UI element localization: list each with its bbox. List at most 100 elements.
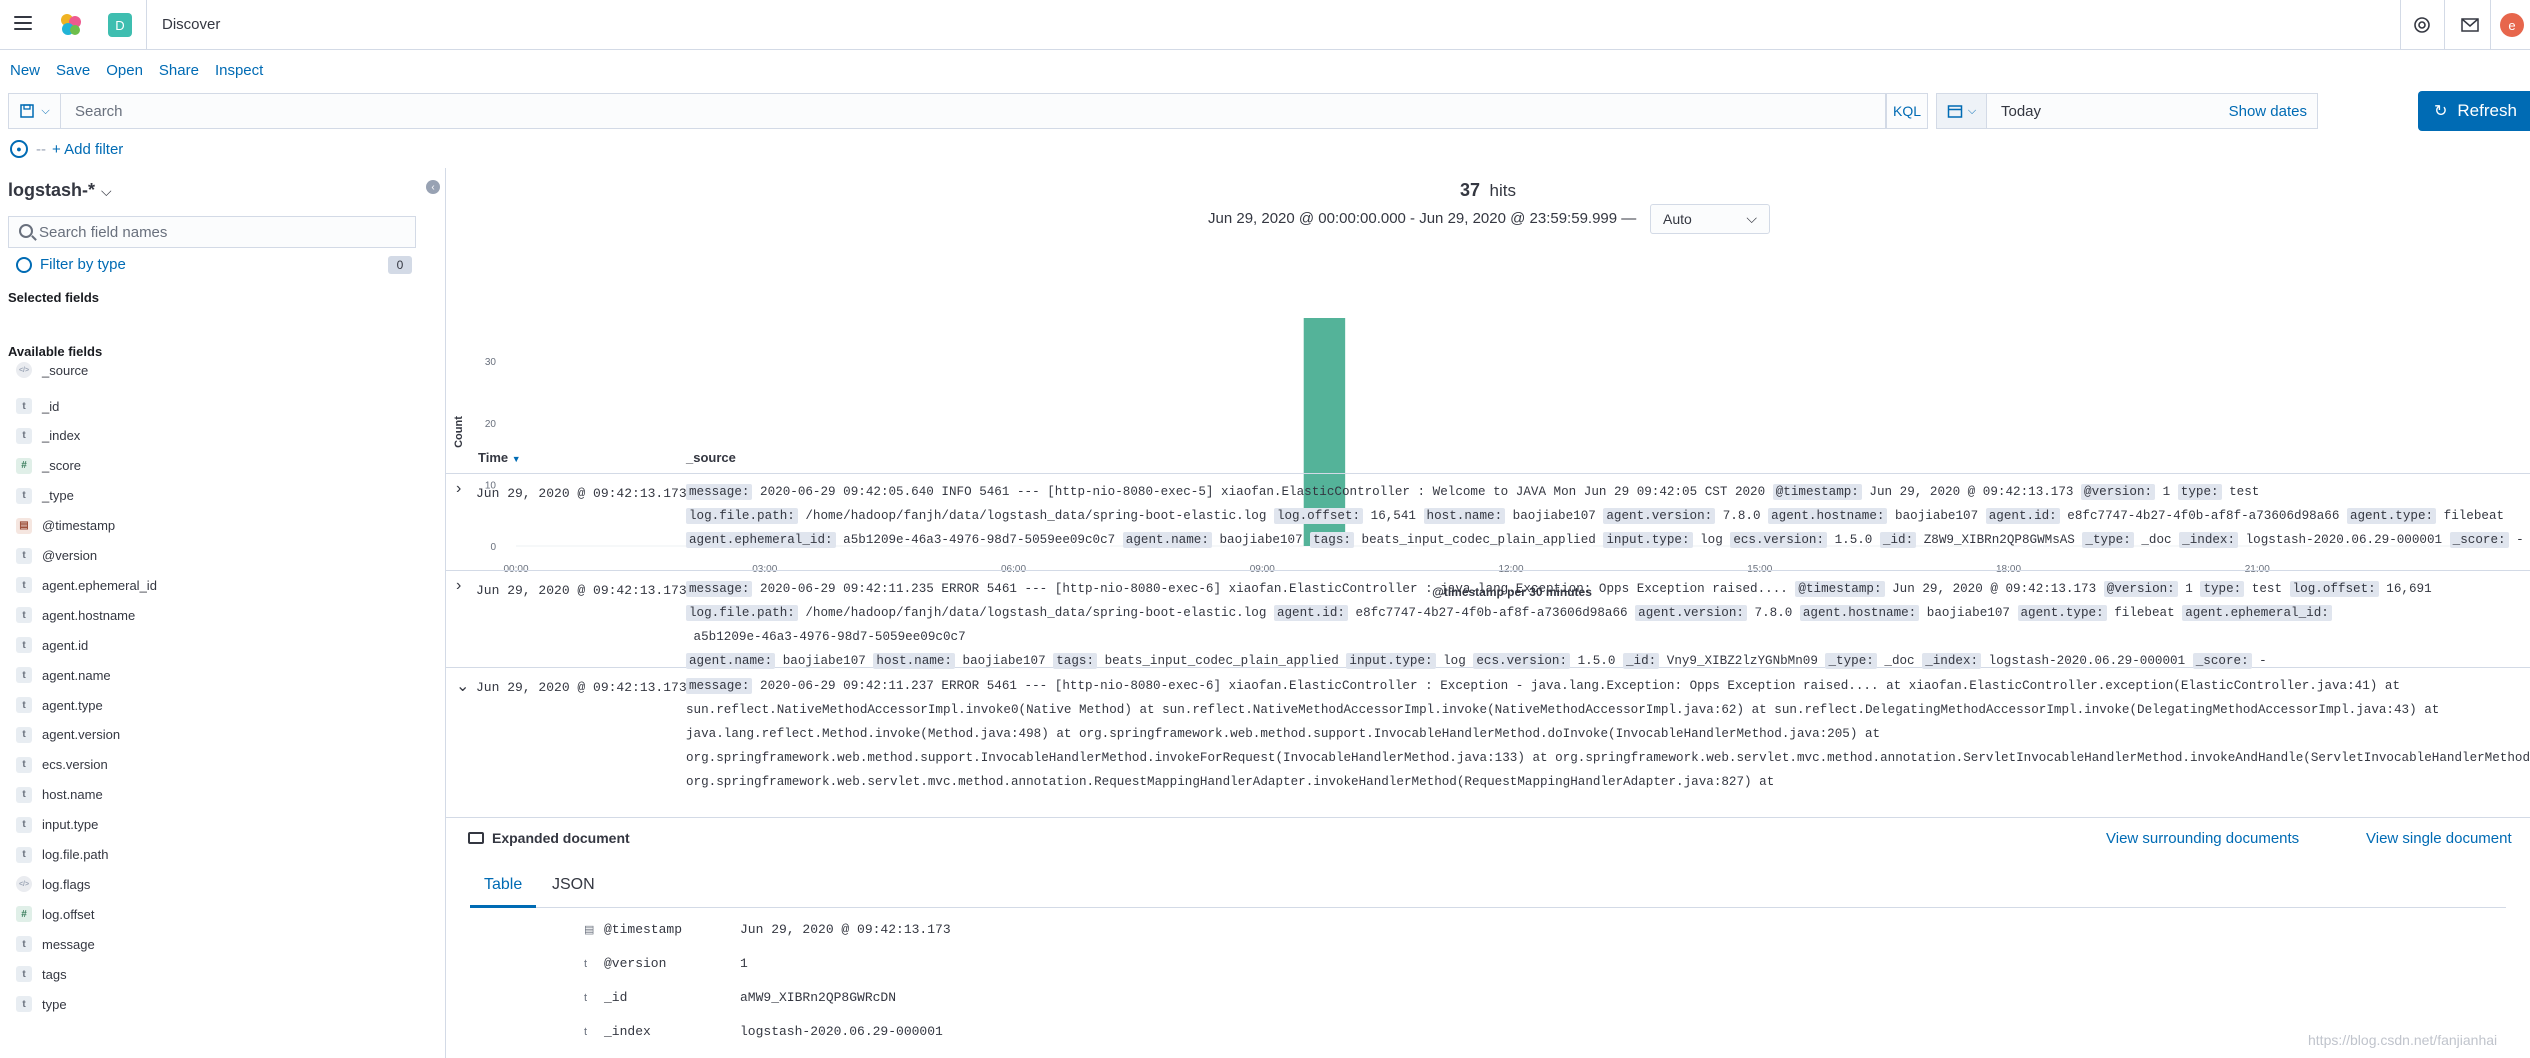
- index-pattern-selector[interactable]: logstash-* ⌵: [8, 180, 112, 201]
- available-field-item[interactable]: t ecs.version: [16, 755, 108, 775]
- source-key: agent.type:: [2017, 605, 2107, 621]
- available-field-item[interactable]: </> log.flags: [16, 874, 90, 894]
- source-line: org.springframework.web.method.support.I…: [686, 746, 2530, 770]
- hits-label: hits: [1489, 181, 1516, 200]
- filter-by-type-button[interactable]: Filter by type: [16, 256, 126, 273]
- available-field-item[interactable]: t agent.ephemeral_id: [16, 575, 157, 595]
- source-key: agent.ephemeral_id:: [2182, 605, 2332, 621]
- menu-icon[interactable]: [14, 16, 32, 32]
- available-field-item[interactable]: t message: [16, 934, 95, 954]
- string-type-icon: t: [16, 816, 32, 833]
- available-field-item[interactable]: t type: [16, 994, 67, 1014]
- filter-by-type-label: Filter by type: [40, 256, 126, 273]
- newsfeed-icon[interactable]: [2458, 13, 2482, 37]
- date-type-icon: ▤: [16, 517, 32, 534]
- available-field-item[interactable]: t log.file.path: [16, 845, 109, 865]
- available-field-item[interactable]: t input.type: [16, 815, 98, 835]
- available-field-item[interactable]: # log.offset: [16, 904, 95, 924]
- share-link[interactable]: Share: [159, 58, 199, 84]
- available-field-item[interactable]: ▤ @timestamp: [16, 516, 115, 536]
- source-key: log.file.path:: [686, 508, 798, 524]
- source-line: org.springframework.web.servlet.mvc.meth…: [686, 770, 2526, 794]
- add-filter-button[interactable]: + Add filter: [52, 141, 123, 158]
- available-field-item[interactable]: t agent.type: [16, 695, 103, 715]
- chevron-right-icon[interactable]: ›: [456, 480, 461, 498]
- source-value: a5b1209e-46a3-4976-98d7-5059ee09c0c7: [835, 533, 1123, 547]
- refresh-button[interactable]: ↻ Refresh: [2418, 91, 2530, 131]
- chevron-right-icon[interactable]: ›: [456, 577, 461, 595]
- quick-menu-button[interactable]: ⌵: [1937, 94, 1987, 128]
- source-key: @version:: [2081, 484, 2156, 500]
- available-field-item[interactable]: t _id: [16, 396, 59, 416]
- field-name: agent.name: [42, 667, 111, 683]
- string-type-icon: t: [16, 786, 32, 803]
- elastic-logo-icon[interactable]: [58, 12, 84, 38]
- search-input[interactable]: [60, 93, 1886, 129]
- tab-table[interactable]: Table: [470, 868, 537, 908]
- source-value: /home/hadoop/fanjh/data/logstash_data/sp…: [797, 509, 1274, 523]
- field-search-input[interactable]: [39, 217, 409, 247]
- available-field-item[interactable]: t agent.hostname: [16, 605, 135, 625]
- available-field-item[interactable]: t agent.id: [16, 635, 88, 655]
- available-field-item[interactable]: t agent.name: [16, 665, 111, 685]
- field-sidebar: ‹ logstash-* ⌵ Filter by type 0 Selected …: [0, 168, 446, 1058]
- show-dates-link[interactable]: Show dates: [2229, 103, 2307, 120]
- source-value: org.springframework.web.method.support.I…: [686, 751, 2530, 765]
- available-field-item[interactable]: t host.name: [16, 785, 103, 805]
- date-range-label[interactable]: Today: [2001, 103, 2041, 120]
- source-value: logstash-2020.06.29-000001: [1981, 654, 2193, 668]
- expanded-title-label: Expanded document: [492, 830, 630, 846]
- query-language-button[interactable]: KQL: [1886, 93, 1928, 129]
- source-line: message: 2020-06-29 09:42:05.640 INFO 54…: [686, 480, 2526, 504]
- filter-options-icon[interactable]: ●: [10, 140, 28, 158]
- chevron-down-icon[interactable]: ⌄: [456, 676, 469, 696]
- source-value: a5b1209e-46a3-4976-98d7-5059ee09c0c7: [686, 630, 966, 644]
- source-value: Z8W9_XIBRn2QP8GWMsAS: [1916, 533, 2083, 547]
- available-field-item[interactable]: t _type: [16, 486, 74, 506]
- source-value: 1.5.0: [1827, 533, 1880, 547]
- save-icon: [20, 104, 35, 118]
- source-value: -: [2508, 533, 2524, 547]
- user-avatar[interactable]: e: [2500, 13, 2524, 37]
- open-link[interactable]: Open: [106, 58, 143, 84]
- source-key: message:: [686, 484, 753, 500]
- available-field-item[interactable]: t @version: [16, 546, 97, 566]
- column-header-time[interactable]: Time ▼: [478, 450, 521, 465]
- field-name: agent.version: [42, 727, 121, 743]
- chevron-down-icon: ⌵: [1967, 104, 1977, 117]
- expanded-document-title: Expanded document: [468, 830, 630, 846]
- source-line: log.file.path: /home/hadoop/fanjh/data/l…: [686, 504, 2526, 528]
- space-badge[interactable]: D: [108, 13, 132, 37]
- inspect-link[interactable]: Inspect: [215, 58, 263, 84]
- save-link[interactable]: Save: [56, 58, 90, 84]
- source-key: log.offset:: [1273, 508, 1364, 524]
- table-row: › Jun 29, 2020 @ 09:42:13.173 message: 202…: [446, 571, 2530, 669]
- tab-json[interactable]: JSON: [538, 868, 609, 908]
- source-key: agent.name:: [686, 653, 776, 669]
- hits-count: 37 hits: [446, 180, 2530, 201]
- available-field-item[interactable]: t agent.version: [16, 725, 120, 745]
- source-value: 7.8.0: [1715, 509, 1769, 523]
- view-surrounding-link[interactable]: View surrounding documents: [2106, 830, 2299, 847]
- source-key: _type:: [2082, 532, 2134, 548]
- selected-field-item[interactable]: </> _source: [16, 360, 88, 380]
- doc-field-value: logstash-2020.06.29-000001: [740, 1024, 943, 1039]
- saved-queries-button[interactable]: ⌵: [8, 93, 60, 129]
- help-icon[interactable]: [2410, 13, 2434, 37]
- string-type-icon: t: [16, 427, 32, 444]
- string-type-icon: t: [16, 756, 32, 773]
- source-value: 16,691: [2378, 582, 2432, 596]
- new-link[interactable]: New: [10, 58, 40, 84]
- available-field-item[interactable]: t _index: [16, 426, 80, 446]
- source-key: agent.version:: [1635, 605, 1747, 621]
- source-type-icon: </>: [16, 876, 32, 893]
- chevron-down-icon: ⌵: [1746, 210, 1757, 226]
- table-row: › Jun 29, 2020 @ 09:42:13.173 message: 202…: [446, 474, 2530, 571]
- collapse-sidebar-icon[interactable]: ‹: [426, 180, 440, 194]
- interval-select[interactable]: Auto ⌵: [1650, 204, 1770, 234]
- available-field-item[interactable]: # _score: [16, 456, 81, 476]
- source-key: agent.type:: [2346, 508, 2437, 524]
- view-single-link[interactable]: View single document: [2366, 830, 2512, 847]
- available-field-item[interactable]: t tags: [16, 964, 67, 984]
- source-key: type:: [2200, 581, 2245, 597]
